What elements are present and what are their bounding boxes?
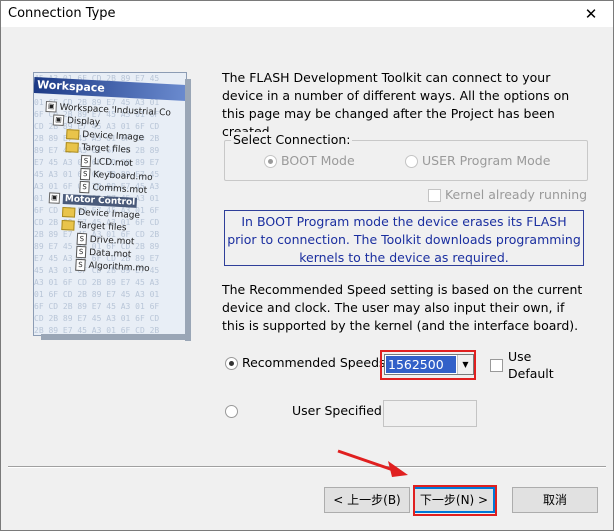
folder-icon [66,128,80,140]
project-icon: ▣ [45,101,57,113]
user-program-mode-label: USER Program Mode [421,153,551,168]
user-specified-radio[interactable] [225,403,238,418]
file-icon: S [75,258,86,272]
workspace-illustration: 45 A3 01 6F CD 2B 89 E7 45 A3 01 6F CD 2… [33,72,187,336]
radio-icon [264,155,277,168]
kernel-running-checkbox[interactable]: Kernel already running [428,187,587,202]
back-button[interactable]: < 上一步(B) [324,487,410,513]
next-button[interactable]: 下一步(N) > [413,487,495,513]
illustration-shadow-bottom [41,334,191,340]
title-bar: Connection Type ✕ [1,1,613,27]
tree-item-label: Data.mot [88,247,132,261]
tree-item-label: Target files [81,142,131,156]
connection-type-dialog: Connection Type ✕ 45 A3 01 6F CD 2B 89 E… [0,0,614,531]
intro-text: The FLASH Development Toolkit can connec… [222,70,570,139]
tree-item-label: Device Image [77,207,141,222]
recommended-speeds-radio[interactable]: Recommended Speeds: [225,355,390,370]
file-icon: S [80,154,92,168]
checkbox-icon [490,359,503,372]
kernel-running-label: Kernel already running [444,187,588,202]
close-icon[interactable]: ✕ [569,1,613,27]
tree-item-label: Display [66,116,101,128]
radio-icon [405,155,418,168]
use-default-label: Use Default [508,349,554,381]
file-icon: S [79,180,90,194]
boot-info-box: In BOOT Program mode the device erases i… [224,210,584,266]
tree-item-label: Drive.mot [89,234,135,248]
user-specified-field[interactable] [383,400,477,427]
user-program-mode-radio[interactable]: USER Program Mode [405,153,550,168]
folder-icon [65,141,79,153]
speed-description: The Recommended Speed setting is based o… [222,282,583,333]
tree-item-label: Comms.mot [92,183,148,196]
file-icon: S [76,232,88,246]
project-icon: ▣ [48,192,61,204]
dialog-title: Connection Type [8,6,116,21]
chevron-down-icon[interactable]: ▼ [457,355,473,374]
select-connection-legend: Select Connection: [231,132,353,147]
red-arrow-icon [337,449,408,477]
folder-icon [61,219,75,231]
recommended-speed-value: 1562500 [386,356,456,373]
cancel-button[interactable]: 取消 [512,487,598,513]
illustration-shadow [185,79,191,341]
project-icon: ▣ [52,114,65,126]
tree-item-label: LCD.mot [93,157,133,170]
boot-mode-label: BOOT Mode [280,153,355,168]
radio-icon [225,357,238,370]
separator [8,466,606,468]
radio-icon [225,405,238,418]
user-specified-label: User Specified: [292,403,387,418]
tree-item-label: Algorithm.mo [88,260,150,275]
folder-icon [61,206,76,218]
file-icon: S [75,245,87,259]
recommended-speed-select[interactable]: 1562500 ▼ [384,354,474,375]
tree-item-label: Target files [77,220,127,234]
workspace-tree: ▣ Workspace 'Industrial Co ▣ Display Device … [37,101,186,278]
boot-mode-radio[interactable]: BOOT Mode [264,153,355,168]
file-icon: S [79,167,91,181]
tree-item-label: Device Image [82,129,145,144]
checkbox-icon [428,189,441,202]
recommended-speeds-label: Recommended Speeds: [241,355,390,370]
